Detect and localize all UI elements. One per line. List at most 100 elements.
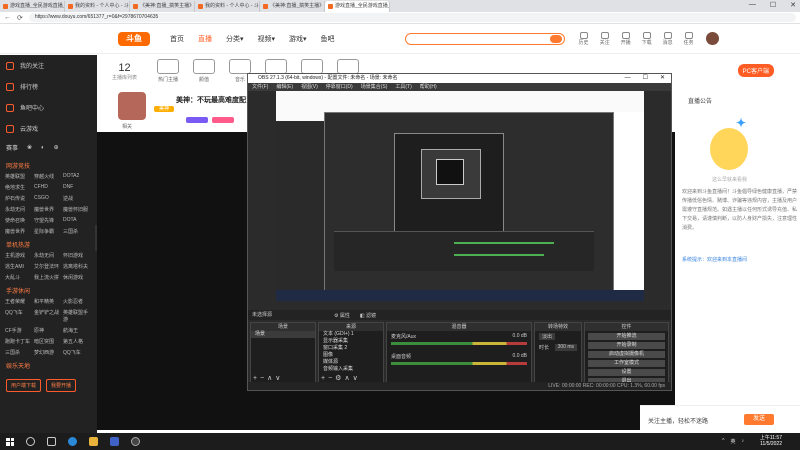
- sidebar-item-rank[interactable]: 排行榜: [0, 76, 97, 97]
- filters-button[interactable]: ◧ 滤镜: [360, 311, 376, 321]
- download-button[interactable]: 下载: [642, 31, 652, 46]
- source-item[interactable]: 显示器采集: [319, 338, 383, 345]
- category-item[interactable]: 热门主播: [157, 59, 180, 83]
- menu-docks[interactable]: 停靠窗口(D): [326, 83, 353, 91]
- category-link[interactable]: 艾尔登法环: [34, 263, 63, 270]
- url-input[interactable]: https://www.douyu.com/651377_r=0&f=29786…: [28, 13, 796, 22]
- history-button[interactable]: 历史: [579, 31, 589, 46]
- go-live-button[interactable]: 开播: [621, 31, 631, 46]
- start-broadcast-button[interactable]: 我要开播: [46, 379, 77, 392]
- task-button[interactable]: 任务: [684, 31, 694, 46]
- sidebar-item-yuba[interactable]: 鱼吧中心: [0, 97, 97, 118]
- file-explorer-icon[interactable]: [89, 437, 98, 446]
- browser-tab[interactable]: 《美神:直播_搞笑主播》斗鱼: [130, 1, 195, 12]
- category-link[interactable]: 英雄联盟手游: [63, 309, 92, 323]
- category-link[interactable]: 第五人格: [63, 338, 92, 345]
- source-toolbar-buttons[interactable]: +−⚙∧∨: [321, 374, 361, 382]
- category-link[interactable]: 魔兽怀旧服: [63, 206, 92, 213]
- category-link[interactable]: 金铲铲之战: [34, 309, 63, 323]
- source-item[interactable]: 图像: [319, 352, 383, 359]
- virtual-camera-button[interactable]: 启动虚拟摄像机: [588, 351, 665, 358]
- category-link[interactable]: 怀旧游戏: [63, 252, 92, 259]
- ime-indicator[interactable]: 英: [730, 438, 735, 445]
- search-icon[interactable]: [26, 437, 35, 446]
- category-link[interactable]: 星际争霸: [34, 228, 63, 235]
- category-link[interactable]: 逃离塔科夫: [63, 263, 92, 270]
- windows-start-icon[interactable]: [6, 437, 14, 446]
- menu-help[interactable]: 帮助(H): [420, 83, 437, 91]
- tray-chevron-icon[interactable]: ^: [722, 438, 724, 445]
- start-recording-button[interactable]: 开始录制: [588, 342, 665, 349]
- category-link[interactable]: 魔兽世界: [5, 228, 34, 235]
- browser-tab[interactable]: 我的资料 - 个人中心 - 斗鱼: [195, 1, 260, 12]
- menu-view[interactable]: 视图(V): [301, 83, 318, 91]
- studio-mode-button[interactable]: 工作室模式: [588, 360, 665, 367]
- category-link[interactable]: 梦幻西游: [34, 349, 63, 356]
- message-button[interactable]: 消息: [663, 31, 673, 46]
- douyu-logo[interactable]: 斗鱼: [118, 31, 150, 46]
- category-link[interactable]: CF手游: [5, 327, 34, 334]
- menu-tools[interactable]: 工具(T): [395, 83, 411, 91]
- source-item[interactable]: 窗口采集 2: [319, 345, 383, 352]
- nav-game[interactable]: 游戏▾: [289, 34, 307, 44]
- category-link[interactable]: 暗区突围: [34, 338, 63, 345]
- category-link[interactable]: 绝地求生: [5, 184, 34, 191]
- category-link[interactable]: 使命召唤: [5, 217, 34, 224]
- category-link[interactable]: 穿越火线: [34, 173, 63, 180]
- search-icon[interactable]: [549, 34, 562, 43]
- category-link[interactable]: 三国杀: [5, 349, 34, 356]
- category-link[interactable]: 守望先锋: [34, 217, 63, 224]
- back-icon[interactable]: ←: [4, 14, 11, 21]
- category-link[interactable]: QQ飞车: [63, 349, 92, 356]
- system-clock[interactable]: 上午11:57 11/5/2022: [760, 435, 782, 447]
- category-link[interactable]: DOTA: [63, 217, 92, 224]
- category-link[interactable]: 火影忍者: [63, 298, 92, 305]
- user-avatar[interactable]: [705, 32, 719, 45]
- quick-item[interactable]: ❀: [27, 144, 32, 151]
- maximize-icon[interactable]: ☐: [643, 74, 648, 83]
- nav-yuba[interactable]: 鱼吧: [321, 34, 335, 44]
- browser-tab[interactable]: 《美神:直播_搞笑主播》斗鱼: [260, 1, 325, 12]
- category-link[interactable]: 王者荣耀: [5, 298, 34, 305]
- nav-video[interactable]: 视频▾: [258, 34, 276, 44]
- category-link[interactable]: 英雄联盟: [5, 173, 34, 180]
- close-icon[interactable]: ✕: [660, 74, 665, 83]
- category-link[interactable]: CSGO: [34, 195, 63, 202]
- category-link[interactable]: 逆战: [63, 195, 92, 202]
- maximize-icon[interactable]: ☐: [770, 1, 776, 9]
- volume-icon[interactable]: ♪: [742, 438, 745, 445]
- send-button[interactable]: 发送: [744, 414, 774, 425]
- client-download-button[interactable]: 用户端下载: [6, 379, 42, 392]
- browser-tab[interactable]: 游戏直播_全民游戏直播_斗鱼: [0, 1, 65, 12]
- menu-edit[interactable]: 编辑(E): [276, 83, 293, 91]
- category-link[interactable]: 三国杀: [63, 228, 92, 235]
- browser-tab-active[interactable]: 游戏直播_全民游戏直播_斗: [325, 1, 390, 12]
- category-link[interactable]: 和平精英: [34, 298, 63, 305]
- volume-meter[interactable]: [391, 362, 527, 365]
- category-link[interactable]: 永劫无间: [5, 206, 34, 213]
- category-link[interactable]: 永劫无间: [34, 252, 63, 259]
- source-item[interactable]: 文本 (GDI+) 1: [319, 331, 383, 338]
- follow-button[interactable]: 关注: [600, 31, 610, 46]
- browser-tab[interactable]: 我的资料 - 个人中心 - 斗鱼: [65, 1, 130, 12]
- category-link[interactable]: 航海王: [63, 327, 92, 334]
- category-link[interactable]: 逃生AMI: [5, 263, 34, 270]
- chat-input[interactable]: 关注主播，轻松不迷路: [648, 416, 708, 425]
- minimize-icon[interactable]: —: [749, 1, 756, 9]
- category-link[interactable]: DNF: [63, 184, 92, 191]
- scene-item[interactable]: 场景: [251, 331, 315, 338]
- streamer-avatar[interactable]: [118, 92, 146, 120]
- settings-button[interactable]: 设置: [588, 369, 665, 376]
- quick-item[interactable]: 赛事: [6, 143, 18, 152]
- source-item[interactable]: 媒体源: [319, 359, 383, 366]
- scene-toolbar[interactable]: +−∧∨: [253, 374, 283, 382]
- category-item[interactable]: 颜值: [193, 59, 216, 83]
- refresh-icon[interactable]: ⟳: [17, 14, 23, 22]
- announcement-tab[interactable]: 直播公告: [676, 88, 800, 113]
- sidebar-item-follow[interactable]: 我的关注: [0, 55, 97, 76]
- search-input[interactable]: [404, 32, 565, 45]
- pc-client-button[interactable]: PC客户端: [737, 64, 774, 77]
- category-link[interactable]: 主机游戏: [5, 252, 34, 259]
- task-view-icon[interactable]: [47, 437, 56, 446]
- category-link[interactable]: DOTA2: [63, 173, 92, 180]
